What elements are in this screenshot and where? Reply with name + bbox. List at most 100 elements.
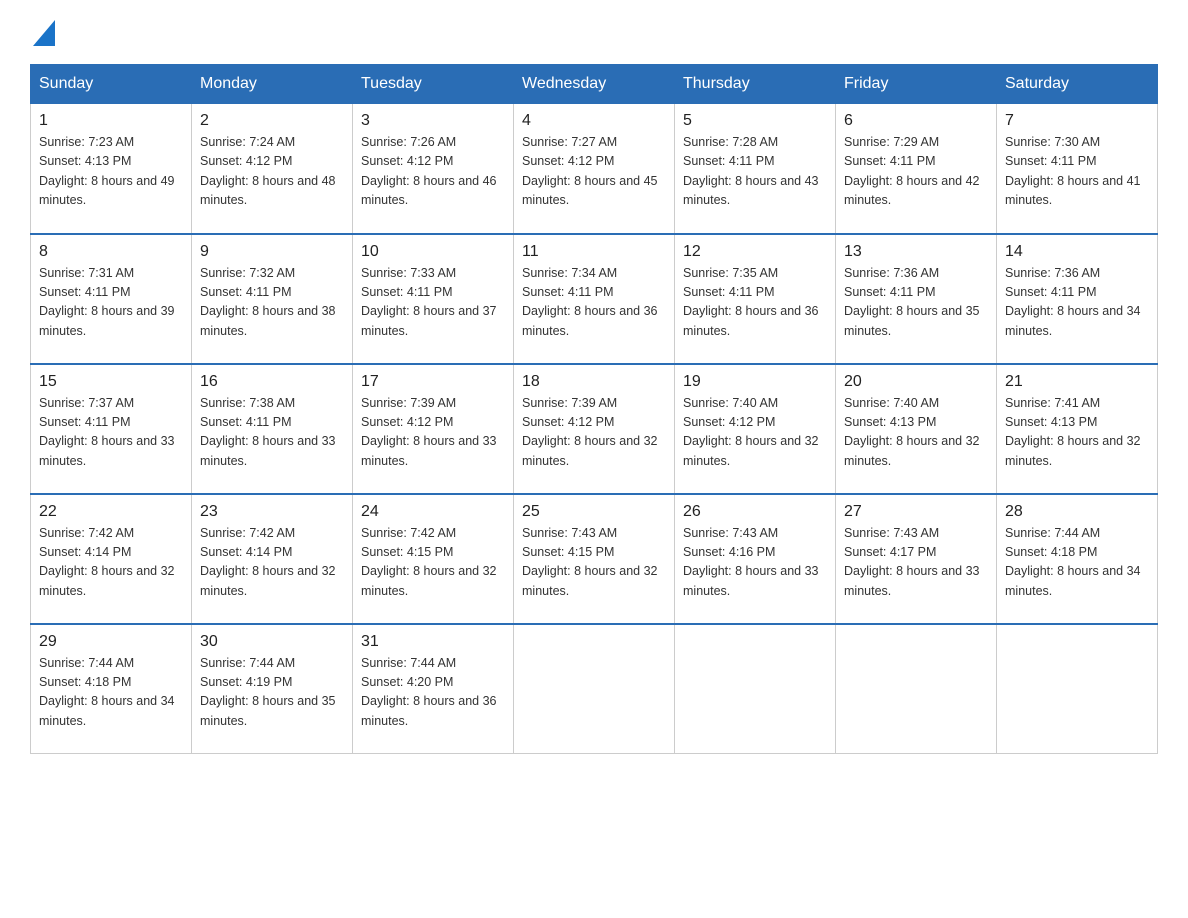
logo [30,20,55,46]
sunrise-text: Sunrise: 7:39 AM [522,394,666,413]
calendar-cell: 31Sunrise: 7:44 AMSunset: 4:20 PMDayligh… [353,624,514,754]
calendar-cell [997,624,1158,754]
calendar-cell: 24Sunrise: 7:42 AMSunset: 4:15 PMDayligh… [353,494,514,624]
sunset-text: Sunset: 4:12 PM [200,152,344,171]
calendar-week-row: 22Sunrise: 7:42 AMSunset: 4:14 PMDayligh… [31,494,1158,624]
sunrise-text: Sunrise: 7:27 AM [522,133,666,152]
sunset-text: Sunset: 4:12 PM [522,152,666,171]
calendar-cell: 20Sunrise: 7:40 AMSunset: 4:13 PMDayligh… [836,364,997,494]
daylight-text: Daylight: 8 hours and 33 minutes. [39,432,183,471]
sunset-text: Sunset: 4:11 PM [683,283,827,302]
daylight-text: Daylight: 8 hours and 32 minutes. [361,562,505,601]
calendar-week-row: 15 Sunrise: 7:37 AMSunset: 4:11 PMDayligh… [31,364,1158,494]
day-info: Sunrise: 7:29 AMSunset: 4:11 PMDaylight:… [844,133,988,211]
day-info: Sunrise: 7:39 AMSunset: 4:12 PMDaylight:… [361,394,505,472]
header-thursday: Thursday [675,65,836,104]
sunrise-text: Sunrise: 7:30 AM [1005,133,1149,152]
sunset-text: Sunset: 4:11 PM [361,283,505,302]
day-info: Sunrise: 7:44 AMSunset: 4:18 PMDaylight:… [39,654,183,732]
daylight-text: Daylight: 8 hours and 34 minutes. [1005,562,1149,601]
sunrise-text: Sunrise: 7:28 AM [683,133,827,152]
sunset-text: Sunset: 4:11 PM [39,413,183,432]
day-info: Sunrise: 7:43 AMSunset: 4:15 PMDaylight:… [522,524,666,602]
day-info: Sunrise: 7:24 AMSunset: 4:12 PMDaylight:… [200,133,344,211]
day-info: Sunrise: 7:31 AMSunset: 4:11 PMDaylight:… [39,264,183,342]
calendar-week-row: 29Sunrise: 7:44 AMSunset: 4:18 PMDayligh… [31,624,1158,754]
day-number: 7 [1005,112,1149,130]
logo-triangle-icon [33,20,55,46]
day-info: Sunrise: 7:27 AMSunset: 4:12 PMDaylight:… [522,133,666,211]
daylight-text: Daylight: 8 hours and 41 minutes. [1005,172,1149,211]
daylight-text: Daylight: 8 hours and 38 minutes. [200,302,344,341]
calendar-header-row: SundayMondayTuesdayWednesdayThursdayFrid… [31,65,1158,104]
day-number: 31 [361,633,505,651]
day-number: 28 [1005,503,1149,521]
day-number: 2 [200,112,344,130]
calendar-cell: 28Sunrise: 7:44 AMSunset: 4:18 PMDayligh… [997,494,1158,624]
sunrise-text: Sunrise: 7:42 AM [361,524,505,543]
sunrise-text: Sunrise: 7:31 AM [39,264,183,283]
calendar-cell: 11Sunrise: 7:34 AMSunset: 4:11 PMDayligh… [514,234,675,364]
day-number: 16 [200,373,344,391]
daylight-text: Daylight: 8 hours and 48 minutes. [200,172,344,211]
sunrise-text: Sunrise: 7:34 AM [522,264,666,283]
sunrise-text: Sunrise: 7:44 AM [200,654,344,673]
day-info: Sunrise: 7:34 AMSunset: 4:11 PMDaylight:… [522,264,666,342]
day-number: 14 [1005,243,1149,261]
day-number: 10 [361,243,505,261]
calendar-cell: 10Sunrise: 7:33 AMSunset: 4:11 PMDayligh… [353,234,514,364]
day-info: Sunrise: 7:32 AMSunset: 4:11 PMDaylight:… [200,264,344,342]
header-tuesday: Tuesday [353,65,514,104]
daylight-text: Daylight: 8 hours and 33 minutes. [844,562,988,601]
sunset-text: Sunset: 4:13 PM [39,152,183,171]
calendar-cell: 13Sunrise: 7:36 AMSunset: 4:11 PMDayligh… [836,234,997,364]
day-info: Sunrise: 7:43 AMSunset: 4:16 PMDaylight:… [683,524,827,602]
day-info: Sunrise: 7:37 AMSunset: 4:11 PMDaylight:… [39,394,183,472]
daylight-text: Daylight: 8 hours and 32 minutes. [522,562,666,601]
sunset-text: Sunset: 4:12 PM [361,413,505,432]
sunrise-text: Sunrise: 7:44 AM [39,654,183,673]
sunrise-text: Sunrise: 7:43 AM [683,524,827,543]
calendar-cell: 18Sunrise: 7:39 AMSunset: 4:12 PMDayligh… [514,364,675,494]
daylight-text: Daylight: 8 hours and 49 minutes. [39,172,183,211]
sunset-text: Sunset: 4:11 PM [1005,152,1149,171]
daylight-text: Daylight: 8 hours and 33 minutes. [361,432,505,471]
day-info: Sunrise: 7:28 AMSunset: 4:11 PMDaylight:… [683,133,827,211]
sunrise-text: Sunrise: 7:39 AM [361,394,505,413]
calendar-cell: 29Sunrise: 7:44 AMSunset: 4:18 PMDayligh… [31,624,192,754]
day-info: Sunrise: 7:44 AMSunset: 4:19 PMDaylight:… [200,654,344,732]
calendar-cell: 6 Sunrise: 7:29 AMSunset: 4:11 PMDaylight… [836,104,997,234]
day-number: 15 [39,373,183,391]
sunset-text: Sunset: 4:17 PM [844,543,988,562]
header-friday: Friday [836,65,997,104]
sunset-text: Sunset: 4:11 PM [522,283,666,302]
calendar-cell: 5 Sunrise: 7:28 AMSunset: 4:11 PMDaylight… [675,104,836,234]
sunset-text: Sunset: 4:11 PM [844,152,988,171]
day-number: 20 [844,373,988,391]
sunset-text: Sunset: 4:15 PM [361,543,505,562]
sunrise-text: Sunrise: 7:43 AM [522,524,666,543]
daylight-text: Daylight: 8 hours and 32 minutes. [1005,432,1149,471]
daylight-text: Daylight: 8 hours and 36 minutes. [522,302,666,341]
daylight-text: Daylight: 8 hours and 32 minutes. [39,562,183,601]
calendar-cell [514,624,675,754]
daylight-text: Daylight: 8 hours and 36 minutes. [683,302,827,341]
day-number: 5 [683,112,827,130]
daylight-text: Daylight: 8 hours and 35 minutes. [844,302,988,341]
sunrise-text: Sunrise: 7:26 AM [361,133,505,152]
day-number: 23 [200,503,344,521]
sunrise-text: Sunrise: 7:29 AM [844,133,988,152]
sunset-text: Sunset: 4:18 PM [1005,543,1149,562]
day-number: 19 [683,373,827,391]
sunset-text: Sunset: 4:12 PM [361,152,505,171]
sunrise-text: Sunrise: 7:38 AM [200,394,344,413]
sunrise-text: Sunrise: 7:33 AM [361,264,505,283]
day-number: 12 [683,243,827,261]
sunrise-text: Sunrise: 7:36 AM [844,264,988,283]
daylight-text: Daylight: 8 hours and 43 minutes. [683,172,827,211]
calendar-cell [675,624,836,754]
daylight-text: Daylight: 8 hours and 34 minutes. [1005,302,1149,341]
daylight-text: Daylight: 8 hours and 39 minutes. [39,302,183,341]
day-number: 6 [844,112,988,130]
calendar-cell: 19Sunrise: 7:40 AMSunset: 4:12 PMDayligh… [675,364,836,494]
